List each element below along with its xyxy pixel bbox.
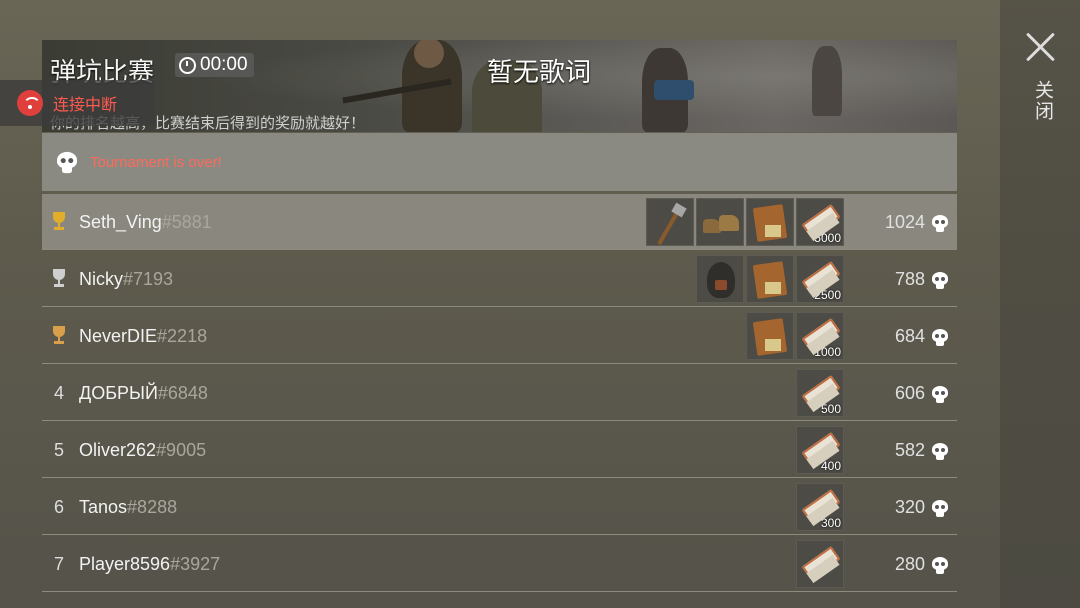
timer-value: 00:00	[200, 54, 248, 75]
player-name-text: Seth_Ving	[79, 212, 162, 232]
player-tag: #8288	[127, 497, 178, 517]
leaderboard-row[interactable]: Nicky#7193 2500 788	[42, 251, 957, 307]
timer-badge: 00:00	[175, 53, 254, 77]
skull-icon	[932, 272, 948, 289]
rank-number: 6	[53, 497, 64, 517]
close-label[interactable]: 关闭	[1030, 80, 1054, 122]
player-name: ДОБРЫЙ#6848	[79, 365, 208, 421]
clock-icon	[179, 56, 196, 74]
skull-icon	[932, 500, 948, 517]
player-name-text: ДОБРЫЙ	[79, 383, 158, 403]
reward-slots: 5000	[646, 198, 844, 246]
wifi-off-icon	[17, 90, 43, 116]
reward-quantity: 1000	[814, 345, 841, 359]
reward-axe-icon[interactable]	[646, 198, 694, 246]
connection-status: 连接中断	[0, 80, 155, 126]
reward-quantity: 300	[820, 516, 841, 530]
player-tag: #5881	[161, 212, 212, 232]
reward-ticket-icon[interactable]: 2500	[796, 255, 844, 303]
reward-ticket-icon[interactable]: 300	[796, 483, 844, 531]
player-name-text: Tanos	[79, 497, 128, 517]
player-tag: #3927	[170, 554, 221, 574]
rank-number: 5	[53, 440, 64, 460]
kill-score: 320	[894, 497, 925, 517]
kill-score: 684	[894, 326, 925, 346]
reward-slots: 1000	[746, 312, 844, 360]
leaderboard-row[interactable]: 4 ДОБРЫЙ#6848 500 606	[42, 365, 957, 421]
trophy-bronze-icon	[51, 326, 67, 346]
trophy-silver-icon	[51, 269, 67, 289]
reward-mre-icon[interactable]	[746, 312, 794, 360]
player-name: Nicky#7193	[79, 251, 173, 307]
connection-label: 连接中断	[53, 95, 118, 114]
reward-quantity: 500	[820, 402, 841, 416]
reward-ticket-icon[interactable]	[796, 540, 844, 588]
leaderboard-list: Seth_Ving#5881 5000 1024 Nicky#7193 2500 788 N…	[42, 194, 957, 593]
rank-number: 7	[53, 554, 64, 574]
reward-quantity: 5000	[814, 231, 841, 245]
player-tag: #6848	[157, 383, 208, 403]
kill-score: 1024	[884, 212, 925, 232]
player-tag: #9005	[156, 440, 207, 460]
leaderboard-row[interactable]: 5 Oliver262#9005 400 582	[42, 422, 957, 478]
leaderboard-row[interactable]: 6 Tanos#8288 300 320	[42, 479, 957, 535]
player-name: Oliver262#9005	[79, 422, 206, 478]
kill-score: 606	[894, 383, 925, 403]
reward-slots: 500	[796, 369, 844, 417]
skull-icon	[932, 215, 948, 232]
reward-slots: 300	[796, 483, 844, 531]
leaderboard-row[interactable]: Seth_Ving#5881 5000 1024	[42, 194, 957, 250]
leaderboard-row[interactable]: NeverDIE#2218 1000 684	[42, 308, 957, 364]
player-name: Player8596#3927	[79, 536, 220, 592]
player-name-text: Nicky	[79, 269, 123, 289]
zombie-figure-far	[812, 46, 842, 116]
kill-score: 280	[894, 554, 925, 574]
reward-mre-icon[interactable]	[746, 255, 794, 303]
reward-quantity: 2500	[814, 288, 841, 302]
reward-ticket-icon[interactable]: 1000	[796, 312, 844, 360]
skull-icon	[932, 443, 948, 460]
player-name-text: NeverDIE	[79, 326, 158, 346]
player-name: Tanos#8288	[79, 479, 177, 535]
reward-ticket-icon[interactable]: 500	[796, 369, 844, 417]
trophy-gold-icon	[51, 212, 67, 232]
player-name-text: Oliver262	[79, 440, 157, 460]
reward-quantity: 400	[820, 459, 841, 473]
reward-mask-icon[interactable]	[696, 255, 744, 303]
skull-icon	[932, 386, 948, 403]
close-icon[interactable]	[1024, 30, 1058, 64]
zombie-shorts	[654, 80, 694, 100]
player-name-text: Player8596	[79, 554, 171, 574]
reward-mre-icon[interactable]	[746, 198, 794, 246]
reward-slots	[796, 540, 844, 588]
player-name: Seth_Ving#5881	[79, 194, 212, 250]
skull-icon	[932, 329, 948, 346]
player-name: NeverDIE#2218	[79, 308, 207, 364]
skull-icon	[932, 557, 948, 574]
skull-icon	[57, 151, 77, 173]
player-tag: #7193	[123, 269, 174, 289]
lyrics-overlay: 暂无歌词	[487, 58, 592, 88]
tournament-notice: Tournament is over!	[42, 133, 957, 191]
reward-boots-icon[interactable]	[696, 198, 744, 246]
rank-number: 4	[53, 383, 64, 403]
kill-score: 582	[894, 440, 925, 460]
player-tag: #2218	[157, 326, 208, 346]
kill-score: 788	[894, 269, 925, 289]
reward-slots: 400	[796, 426, 844, 474]
reward-ticket-icon[interactable]: 400	[796, 426, 844, 474]
notice-text: Tournament is over!	[90, 153, 222, 171]
reward-ticket-icon[interactable]: 5000	[796, 198, 844, 246]
leaderboard-row[interactable]: 7 Player8596#3927 280	[42, 536, 957, 592]
reward-slots: 2500	[696, 255, 844, 303]
